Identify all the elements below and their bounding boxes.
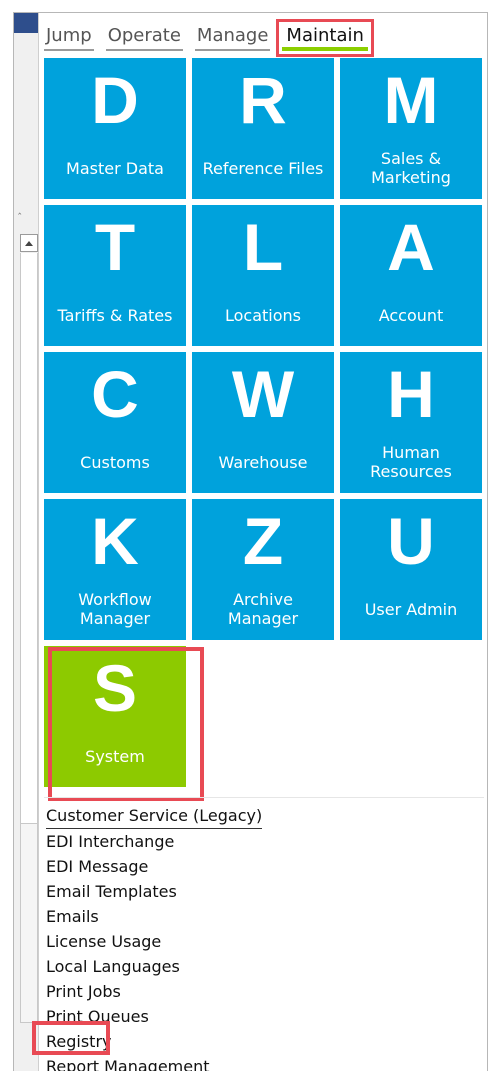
tile-letter: R	[239, 63, 287, 137]
tile-letter: U	[387, 504, 435, 578]
tile-workflow-manager[interactable]: K Workflow Manager	[44, 499, 186, 640]
tile-label: Workflow Manager	[78, 590, 152, 628]
tile-locations[interactable]: L Locations	[192, 205, 334, 346]
tile-reference-files[interactable]: R Reference Files	[192, 58, 334, 199]
tab-maintain[interactable]: Maintain	[276, 19, 374, 57]
menu-item-print-jobs[interactable]: Print Jobs	[46, 979, 262, 1004]
collapse-caret-icon[interactable]: ‸	[18, 205, 24, 215]
tile-label: Reference Files	[202, 158, 324, 178]
tab-operate[interactable]: Operate	[105, 25, 183, 51]
tile-letter: C	[91, 357, 139, 431]
tab-jump[interactable]: Jump	[44, 25, 94, 51]
tile-letter: K	[91, 504, 139, 578]
tile-letter: T	[94, 210, 136, 284]
menu-item-edi-message[interactable]: EDI Message	[46, 854, 262, 879]
app-window: ‸ Jump Operate Manage Maintain D Master …	[13, 12, 488, 1071]
tile-label: Warehouse	[218, 452, 308, 472]
menu-item-license-usage[interactable]: License Usage	[46, 929, 262, 954]
tile-label: Account	[378, 305, 444, 325]
tile-account[interactable]: A Account	[340, 205, 482, 346]
menu-item-local-languages[interactable]: Local Languages	[46, 954, 262, 979]
menu-item-report-management[interactable]: Report Management	[46, 1054, 262, 1071]
tile-label: Sales & Marketing	[371, 149, 451, 187]
menu-item-print-queues[interactable]: Print Queues	[46, 1004, 262, 1029]
tile-customs[interactable]: C Customs	[44, 352, 186, 493]
tile-letter: D	[91, 63, 139, 137]
tab-manage[interactable]: Manage	[194, 25, 271, 51]
tile-label: Tariffs & Rates	[57, 305, 173, 325]
divider	[44, 797, 484, 798]
tile-label: Customs	[80, 452, 150, 472]
chevron-up-icon	[25, 241, 33, 246]
module-tabs: Jump Operate Manage Maintain	[44, 19, 380, 57]
tile-letter: M	[383, 63, 439, 137]
tile-sales-marketing[interactable]: M Sales & Marketing	[340, 58, 482, 199]
tile-archive-manager[interactable]: Z Archive Manager	[192, 499, 334, 640]
scrollbar-track[interactable]	[20, 253, 38, 823]
tile-label: Locations	[224, 305, 301, 325]
scroll-up-button[interactable]	[20, 234, 38, 252]
menu-item-edi-interchange[interactable]: EDI Interchange	[46, 829, 262, 854]
tile-tariffs-rates[interactable]: T Tariffs & Rates	[44, 205, 186, 346]
tile-label: User Admin	[364, 599, 458, 619]
tile-letter: A	[387, 210, 435, 284]
menu-item-emails[interactable]: Emails	[46, 904, 262, 929]
left-panel-header	[14, 13, 38, 33]
tile-human-resources[interactable]: H Human Resources	[340, 352, 482, 493]
tile-master-data[interactable]: D Master Data	[44, 58, 186, 199]
tile-letter: Z	[242, 504, 284, 578]
tile-system[interactable]: S System	[44, 646, 186, 787]
tile-label: Master Data	[66, 158, 164, 178]
tile-letter: L	[242, 210, 284, 284]
menu-item-customer-service-legacy[interactable]: Customer Service (Legacy)	[46, 803, 263, 829]
tile-label: Human Resources	[370, 443, 452, 481]
left-panel: ‸	[14, 13, 39, 1071]
tile-label: Archive Manager	[227, 590, 299, 628]
tile-user-admin[interactable]: U User Admin	[340, 499, 482, 640]
menu-item-registry[interactable]: Registry	[46, 1029, 262, 1054]
tile-warehouse[interactable]: W Warehouse	[192, 352, 334, 493]
system-menu-list: Customer Service (Legacy) EDI Interchang…	[46, 803, 263, 1071]
tile-letter: S	[92, 651, 138, 725]
scrollbar-thumb[interactable]	[20, 823, 38, 1023]
tile-label: System	[85, 746, 145, 766]
tile-letter: W	[231, 357, 295, 431]
tile-letter: H	[387, 357, 435, 431]
menu-item-email-templates[interactable]: Email Templates	[46, 879, 262, 904]
